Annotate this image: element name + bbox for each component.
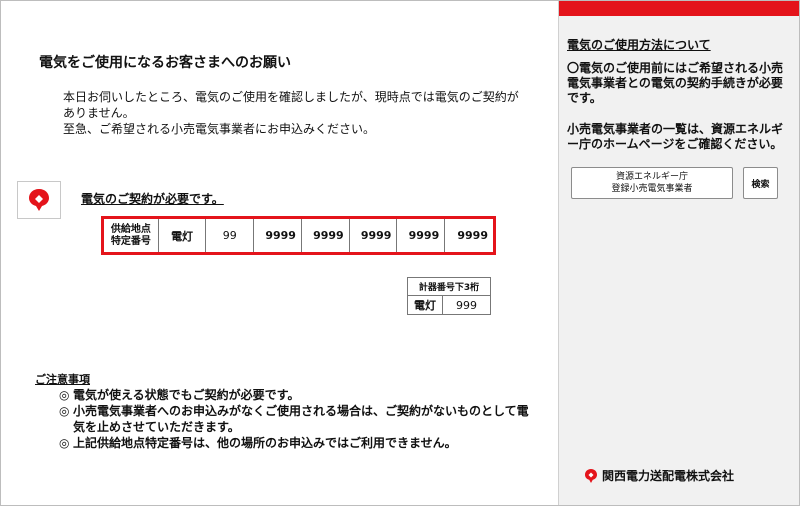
retailer-directory-button[interactable]: 資源エネルギー庁 登録小売電気事業者 (571, 167, 733, 199)
double-circle-bullet-icon: ◎ (59, 404, 70, 418)
supply-point-number: 9999 (397, 219, 446, 252)
contract-required-heading: 電気のご契約が必要です。 (81, 192, 224, 206)
intro-line-2: 至急、ご希望される小売電気事業者にお申込みください。 (63, 122, 376, 136)
caution-item: ◎ 電気が使える状態でもご契約が必要です。 (59, 387, 539, 403)
sidebar-accent-bar (559, 1, 799, 16)
kansai-logo-icon (29, 189, 49, 211)
caution-text: 小売電気事業者へのお申込みがなくご使用される場合は、ご契約がないものとして電気を… (73, 404, 529, 434)
meter-number-header: 計器番号下3桁 (407, 277, 491, 296)
retailer-directory-line2: 登録小売電気事業者 (611, 184, 693, 194)
supply-point-number: 9999 (254, 219, 302, 252)
retailer-directory-line1: 資源エネルギー庁 (615, 172, 688, 182)
intro-line-1: 本日お伺いしたところ、電気のご使用を確認しましたが、現時点では電気のご契約があり… (63, 90, 519, 120)
notice-page: 電気をご使用になるお客さまへのお願い 本日お伺いしたところ、電気のご使用を確認し… (0, 0, 800, 506)
sidebar: 電気のご使用方法について 〇電気のご使用前にはご希望される小売電気事業者との電気… (558, 1, 799, 505)
meter-number-table: 計器番号下3桁 電灯 999 (407, 277, 491, 315)
supply-point-label-line2: 特定番号 (110, 235, 151, 247)
double-circle-bullet-icon: ◎ (59, 436, 70, 450)
caution-text: 電気が使える状態でもご契約が必要です。 (73, 388, 300, 402)
supply-point-number: 9999 (350, 219, 398, 252)
company-footer: 関西電力送配電株式会社 (583, 467, 734, 484)
brand-logo-box (17, 181, 61, 219)
caution-heading: ご注意事項 (35, 373, 90, 386)
meter-value: 999 (456, 298, 477, 312)
intro-text: 本日お伺いしたところ、電気のご使用を確認しましたが、現時点では電気のご契約があり… (63, 89, 523, 137)
meter-number-row: 電灯 999 (407, 296, 491, 315)
sidebar-paragraph-2: 小売電気事業者の一覧は、資源エネルギー庁のホームページをご確認ください。 (567, 122, 784, 151)
caution-list: ◎ 電気が使える状態でもご契約が必要です。 ◎ 小売電気事業者へのお申込みがなく… (59, 387, 539, 451)
double-circle-bullet-icon: ◎ (59, 388, 70, 402)
caution-text: 上記供給地点特定番号は、他の場所のお申込みではご利用できません。 (73, 436, 457, 450)
supply-point-label: 供給地点 特定番号 (104, 219, 159, 252)
page-title: 電気をご使用になるお客さまへのお願い (39, 55, 291, 71)
supply-point-table: 供給地点 特定番号 電灯 99 9999 9999 9999 9999 9999 (101, 216, 496, 255)
sidebar-paragraph-1: 〇電気のご使用前にはご希望される小売電気事業者との電気の契約手続きが必要です。 (567, 61, 784, 105)
meter-type: 電灯 (408, 296, 443, 314)
supply-point-number: 9999 (457, 229, 488, 242)
sidebar-title: 電気のご使用方法について (567, 38, 711, 52)
company-logo-icon (585, 468, 597, 483)
caution-item: ◎ 小売電気事業者へのお申込みがなくご使用される場合は、ご契約がないものとして電… (59, 403, 539, 435)
caution-item: ◎ 上記供給地点特定番号は、他の場所のお申込みではご利用できません。 (59, 435, 539, 451)
supply-point-label-line1: 供給地点 (110, 223, 151, 235)
search-button[interactable]: 検索 (743, 167, 778, 199)
company-name: 関西電力送配電株式会社 (602, 469, 735, 483)
supply-point-type: 電灯 (159, 219, 207, 252)
main-panel: 電気をご使用になるお客さまへのお願い 本日お伺いしたところ、電気のご使用を確認し… (1, 1, 557, 505)
supply-point-number: 9999 (302, 219, 350, 252)
supply-point-value: 99 (206, 219, 255, 252)
